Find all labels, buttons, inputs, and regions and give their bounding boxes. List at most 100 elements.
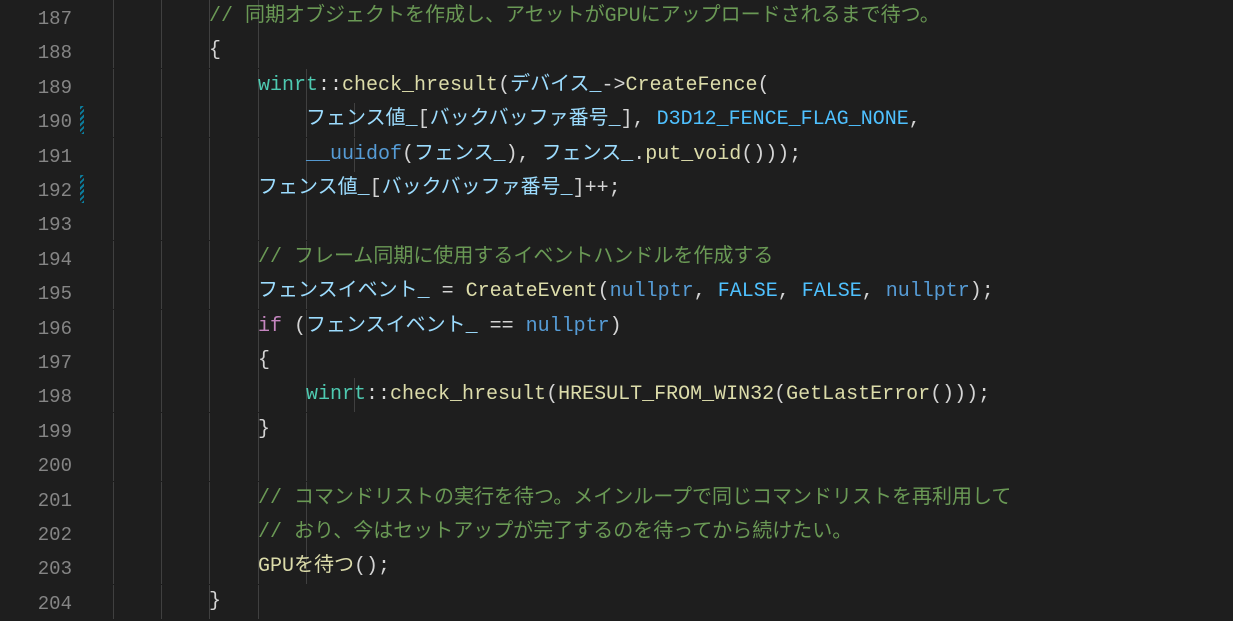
indent-guide <box>161 310 162 344</box>
code-text: // コマンドリストの実行を待つ。メインループで同じコマンドリストを再利用して <box>258 482 1011 516</box>
token: フェンス_ <box>414 143 506 166</box>
indent-guide <box>209 103 210 137</box>
indent-guide <box>161 585 162 619</box>
code-text: // フレーム同期に使用するイベントハンドルを作成する <box>258 241 773 275</box>
line-number: 187 <box>38 2 72 36</box>
line-number: 201 <box>38 484 72 518</box>
token: nullptr <box>886 280 970 303</box>
indent-guide <box>161 0 162 34</box>
code-text: } <box>258 413 270 447</box>
token: :: <box>318 74 342 97</box>
indent-guide <box>113 138 114 172</box>
indent-guide <box>113 516 114 550</box>
indent-guide <box>306 413 307 447</box>
token: フェンスイベント_ <box>306 315 478 338</box>
indent-guide <box>113 69 114 103</box>
line-number: 194 <box>38 243 72 277</box>
token: フェンス値_ <box>306 108 418 131</box>
indent-guide <box>258 206 259 240</box>
token: バックバッファ番号_ <box>382 177 573 200</box>
token: デバイス_ <box>510 74 601 97</box>
code-text: { <box>209 34 221 68</box>
code-area[interactable]: // 同期オブジェクトを作成し、アセットがGPUにアップロードされるまで待つ。 {… <box>91 0 1233 620</box>
token: , <box>862 280 886 303</box>
indent-guide <box>113 34 114 68</box>
token: __uuidof <box>306 143 402 166</box>
indent-guide <box>209 275 210 309</box>
token: } <box>209 590 221 613</box>
token: ())); <box>741 143 801 166</box>
indent-guide <box>161 447 162 481</box>
token: // フレーム同期に使用するイベントハンドルを作成する <box>258 246 773 269</box>
indent-guide <box>209 482 210 516</box>
indent-guide <box>161 172 162 206</box>
indent-guide <box>209 344 210 378</box>
token: GPUを待つ <box>258 555 354 578</box>
token: ) <box>610 315 622 338</box>
token: フェンスイベント_ <box>258 280 430 303</box>
indent-guide <box>161 69 162 103</box>
code-text: // おり、今はセットアップが完了するのを待ってから続けたい。 <box>258 516 852 550</box>
code-text: if (フェンスイベント_ == nullptr) <box>258 310 622 344</box>
indent-guide <box>161 138 162 172</box>
token: nullptr <box>610 280 694 303</box>
indent-guide <box>161 103 162 137</box>
token: . <box>633 143 645 166</box>
indent-guide <box>161 275 162 309</box>
token: バックバッファ番号_ <box>430 108 621 131</box>
indent-guide <box>258 103 259 137</box>
token: == <box>478 315 526 338</box>
line-number: 189 <box>38 71 72 105</box>
indent-guide <box>161 516 162 550</box>
token: (); <box>354 555 390 578</box>
token: ( <box>774 383 786 406</box>
line-number: 203 <box>38 552 72 586</box>
token: CreateFence <box>626 74 758 97</box>
token: { <box>209 39 221 62</box>
token: , <box>694 280 718 303</box>
token: check_hresult <box>390 383 546 406</box>
indent-guide <box>161 413 162 447</box>
token: -> <box>601 74 625 97</box>
indent-guide <box>209 550 210 584</box>
token: HRESULT_FROM_WIN32 <box>558 383 774 406</box>
token: , <box>909 108 921 131</box>
token: ]++; <box>573 177 621 200</box>
token: [ <box>370 177 382 200</box>
indent-guide <box>113 172 114 206</box>
token: FALSE <box>718 280 778 303</box>
indent-guide <box>161 344 162 378</box>
token: ); <box>970 280 994 303</box>
token: // 同期オブジェクトを作成し、アセットがGPUにアップロードされるまで待つ。 <box>209 5 940 28</box>
line-number: 200 <box>38 449 72 483</box>
token: CreateEvent <box>466 280 598 303</box>
line-number: 204 <box>38 587 72 621</box>
indent-guide <box>113 241 114 275</box>
token: ( <box>498 74 510 97</box>
line-number: 196 <box>38 312 72 346</box>
indent-guide <box>161 34 162 68</box>
token: ( <box>282 315 306 338</box>
code-text: // 同期オブジェクトを作成し、アセットがGPUにアップロードされるまで待つ。 <box>209 0 940 34</box>
modified-line-marker <box>80 106 84 134</box>
modified-line-marker <box>80 175 84 203</box>
code-text: フェンス値_[バックバッファ番号_], D3D12_FENCE_FLAG_NON… <box>306 103 921 137</box>
line-number: 188 <box>38 36 72 70</box>
line-number: 199 <box>38 415 72 449</box>
token: if <box>258 315 282 338</box>
line-number: 202 <box>38 518 72 552</box>
indent-guide <box>209 138 210 172</box>
token: D3D12_FENCE_FLAG_NONE <box>657 108 909 131</box>
indent-guide <box>306 344 307 378</box>
indent-guide <box>258 447 259 481</box>
indent-guide <box>306 206 307 240</box>
indent-guide <box>113 585 114 619</box>
code-editor[interactable]: 1871881891901911921931941951961971981992… <box>0 0 1233 620</box>
code-text: フェンスイベント_ = CreateEvent(nullptr, FALSE, … <box>258 275 994 309</box>
indent-guide <box>161 482 162 516</box>
token: // コマンドリストの実行を待つ。メインループで同じコマンドリストを再利用して <box>258 487 1011 510</box>
token: // おり、今はセットアップが完了するのを待ってから続けたい。 <box>258 521 852 544</box>
token: ], <box>621 108 657 131</box>
indent-guide <box>161 378 162 412</box>
code-text: winrt::check_hresult(HRESULT_FROM_WIN32(… <box>306 378 990 412</box>
